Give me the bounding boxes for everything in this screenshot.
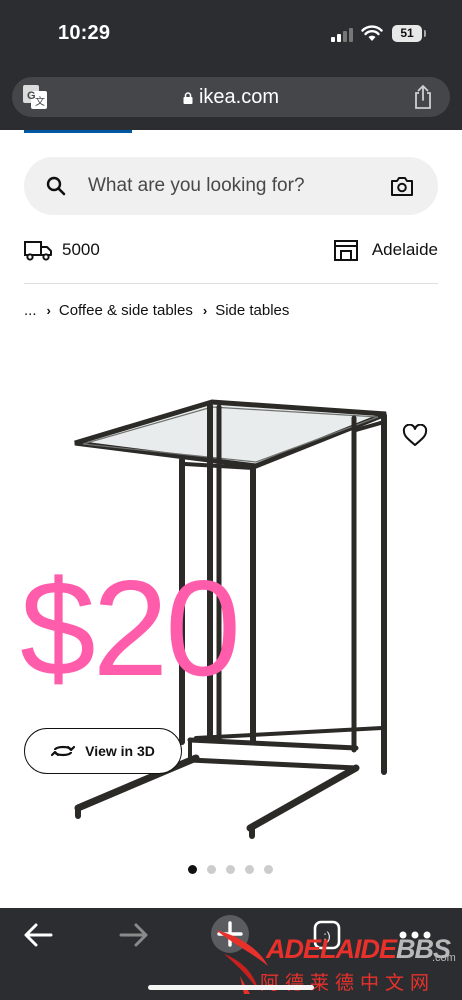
divider xyxy=(24,283,438,284)
active-tab-indicator xyxy=(24,130,132,133)
watermark-domain: .com xyxy=(432,952,456,964)
search-bar[interactable] xyxy=(24,157,438,215)
breadcrumb-coffee-side-tables[interactable]: Coffee & side tables xyxy=(59,302,193,319)
watermark-brand: ADELAIDEBBS xyxy=(266,934,451,965)
status-bar: 10:29 51 xyxy=(0,0,462,68)
chevron-right-icon: › xyxy=(202,303,208,318)
lock-icon xyxy=(183,92,193,104)
chevron-right-icon: › xyxy=(46,303,51,318)
browser-toolbar: G 文 ikea.com xyxy=(0,68,462,130)
delivery-postcode[interactable]: 5000 xyxy=(62,240,100,260)
watermark-tagline: 阿德莱德中文网 xyxy=(260,972,436,994)
store-selector[interactable]: Adelaide xyxy=(372,240,438,260)
breadcrumb-ellipsis[interactable]: ... xyxy=(24,302,37,319)
store-icon[interactable] xyxy=(333,238,359,262)
forward-arrow-icon[interactable] xyxy=(118,920,150,950)
view-in-3d-label: View in 3D xyxy=(85,743,155,759)
heart-icon[interactable] xyxy=(402,424,428,448)
status-time: 10:29 xyxy=(58,22,111,44)
share-icon[interactable] xyxy=(412,84,434,110)
rotate-3d-icon xyxy=(51,745,76,757)
search-input[interactable] xyxy=(88,157,378,215)
carousel-dot[interactable] xyxy=(245,865,254,874)
watermark: ADELAIDEBBS .com 阿德莱德中文网 xyxy=(210,914,460,994)
carousel-dot[interactable] xyxy=(207,865,216,874)
image-carousel-dots[interactable] xyxy=(188,865,273,874)
breadcrumb: ... › Coffee & side tables › Side tables xyxy=(24,302,289,319)
battery-indicator: 51 xyxy=(392,25,426,42)
carousel-dot[interactable] xyxy=(264,865,273,874)
camera-icon[interactable] xyxy=(390,175,414,197)
carousel-dot[interactable] xyxy=(226,865,235,874)
url-text: ikea.com xyxy=(198,86,280,108)
back-arrow-icon[interactable] xyxy=(22,920,54,950)
breadcrumb-side-tables[interactable]: Side tables xyxy=(215,302,289,319)
search-icon[interactable] xyxy=(46,176,66,196)
view-in-3d-button[interactable]: View in 3D xyxy=(24,728,182,774)
price-overlay: $20 xyxy=(20,552,241,704)
address-bar[interactable]: G 文 ikea.com xyxy=(12,77,450,117)
home-indicator[interactable] xyxy=(148,985,314,990)
signal-icon xyxy=(331,28,353,42)
watermark-brand-left: ADELAIDE xyxy=(266,934,397,964)
carousel-dot[interactable] xyxy=(188,865,197,874)
truck-icon[interactable] xyxy=(24,238,52,262)
wifi-icon xyxy=(361,25,383,41)
url-display[interactable]: ikea.com xyxy=(12,77,450,117)
